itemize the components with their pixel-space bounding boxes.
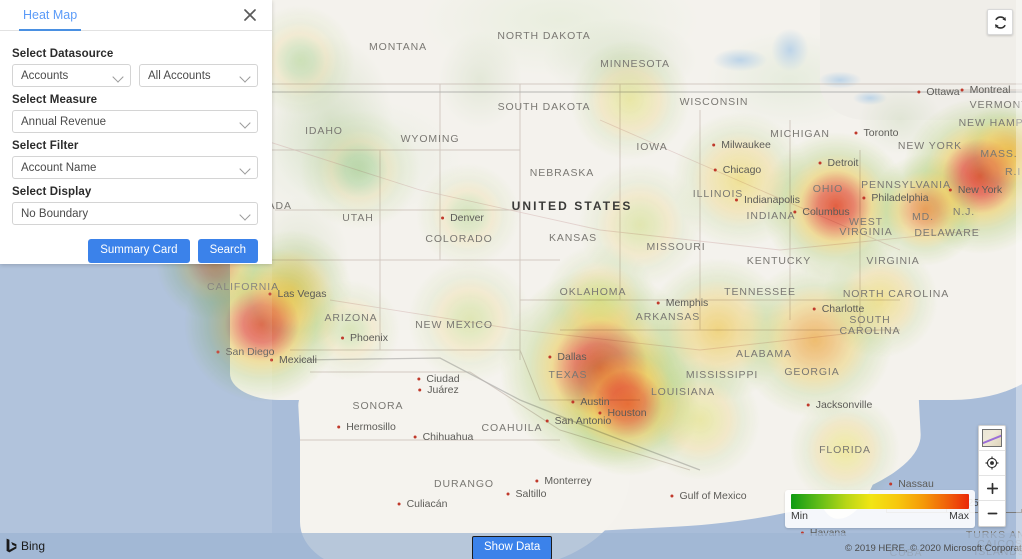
datasource-select-value: Accounts bbox=[21, 69, 69, 82]
heat-map-config-panel: Heat Map Select Datasource Accounts All … bbox=[0, 0, 272, 264]
locate-me-button[interactable] bbox=[979, 451, 1005, 476]
tab-heat-map[interactable]: Heat Map bbox=[19, 0, 82, 31]
zoom-out-button[interactable] bbox=[979, 501, 1005, 526]
map-thumbnail-toggle[interactable] bbox=[979, 426, 1005, 451]
heat-map-legend: Min Max bbox=[785, 490, 975, 528]
vertical-scrollbar[interactable] bbox=[1016, 0, 1022, 559]
zoom-in-button[interactable] bbox=[979, 476, 1005, 501]
bing-mark-icon bbox=[6, 538, 17, 553]
landmass-mexico bbox=[300, 330, 630, 559]
map-thumbnail-image bbox=[982, 429, 1002, 447]
label-select-display: Select Display bbox=[12, 186, 92, 198]
datasource-select[interactable]: Accounts bbox=[12, 64, 131, 87]
filter-select-value: Account Name bbox=[21, 161, 97, 174]
map-label-nassau: Nassau bbox=[898, 478, 934, 490]
datasource-scope-select-value: All Accounts bbox=[148, 69, 211, 82]
chevron-down-icon bbox=[239, 208, 251, 221]
bing-logo-text: Bing bbox=[21, 538, 46, 553]
panel-body: Select Datasource Accounts All Accounts … bbox=[0, 31, 272, 263]
chevron-down-icon bbox=[112, 70, 124, 83]
map-attribution: © 2019 HERE, © 2020 Microsoft Corporatio… bbox=[845, 543, 1022, 554]
close-icon[interactable] bbox=[240, 5, 260, 25]
legend-gradient-bar bbox=[791, 494, 969, 509]
measure-select-value: Annual Revenue bbox=[21, 115, 107, 128]
legend-max-label: Max bbox=[949, 510, 969, 522]
heat-map-application: MONTANA NORTH DAKOTA SOUTH DAKOTA MINNESOTA… bbox=[0, 0, 1022, 559]
legend-min-label: Min bbox=[791, 510, 808, 522]
show-data-button[interactable]: Show Data bbox=[472, 536, 553, 559]
refresh-icon[interactable] bbox=[987, 9, 1013, 35]
search-button[interactable]: Search bbox=[197, 239, 258, 263]
chevron-down-icon bbox=[239, 162, 251, 175]
bing-logo[interactable]: Bing bbox=[6, 538, 45, 553]
panel-actions: Summary Card Search bbox=[12, 225, 258, 263]
panel-header: Heat Map bbox=[0, 0, 272, 31]
label-select-measure: Select Measure bbox=[12, 94, 98, 106]
chevron-down-icon bbox=[239, 70, 251, 83]
label-select-datasource: Select Datasource bbox=[12, 48, 114, 60]
label-select-filter: Select Filter bbox=[12, 140, 79, 152]
chevron-down-icon bbox=[239, 116, 251, 129]
datasource-scope-select[interactable]: All Accounts bbox=[139, 64, 258, 87]
measure-select[interactable]: Annual Revenue bbox=[12, 110, 258, 133]
filter-select[interactable]: Account Name bbox=[12, 156, 258, 179]
legend-labels: Min Max bbox=[791, 510, 969, 522]
datasource-row: Accounts All Accounts bbox=[12, 64, 258, 87]
display-select-value: No Boundary bbox=[21, 207, 89, 220]
summary-card-button[interactable]: Summary Card bbox=[88, 239, 190, 263]
display-select[interactable]: No Boundary bbox=[12, 202, 258, 225]
great-lakes bbox=[700, 20, 900, 140]
map-navigation-controls bbox=[978, 425, 1006, 527]
